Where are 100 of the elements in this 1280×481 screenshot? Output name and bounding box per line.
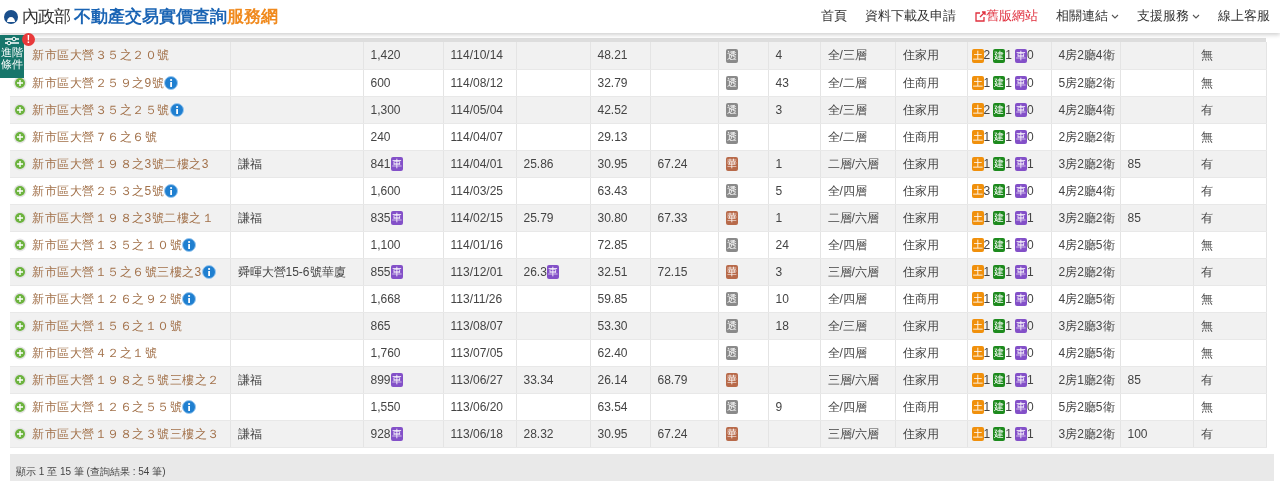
address-link[interactable]: 新市區大營２５９之9號 bbox=[32, 73, 165, 92]
result-summary: 顯示 1 至 15 筆 (查詢結果 : 54 筆) bbox=[16, 464, 166, 479]
unit-tag: 車 bbox=[1014, 49, 1027, 64]
advanced-filter-button[interactable]: 進階條件 bbox=[0, 35, 24, 78]
info-icon[interactable] bbox=[182, 237, 196, 252]
table-cell: 住家用 bbox=[895, 204, 967, 231]
table-cell: 4房2廳5衛 bbox=[1051, 231, 1120, 258]
unit-tag: 車 bbox=[1014, 238, 1027, 253]
unit-tag: 建 bbox=[993, 130, 1006, 145]
info-icon[interactable] bbox=[164, 183, 179, 198]
cell-value: 855 bbox=[370, 264, 391, 279]
table-cell: 全/四層 bbox=[820, 285, 895, 312]
unit-tag: 建 bbox=[993, 157, 1006, 172]
caret-icon bbox=[1192, 13, 1200, 20]
table-cell: 全/四層 bbox=[820, 339, 895, 366]
table-cell: 865 bbox=[363, 312, 443, 339]
table-cell: 5 bbox=[768, 177, 820, 204]
expand-icon[interactable] bbox=[13, 372, 27, 387]
expand-icon[interactable] bbox=[13, 264, 27, 279]
info-icon[interactable] bbox=[164, 75, 179, 90]
table-cell: 4房2廳4衛 bbox=[1051, 96, 1120, 123]
table-cell: 114/04/07 bbox=[443, 123, 516, 150]
table-cell: 無 bbox=[1193, 42, 1266, 69]
unit-count: 1 bbox=[1005, 75, 1012, 90]
nav-link[interactable]: 資料下載及申請 bbox=[865, 7, 956, 26]
table-cell: 113/06/20 bbox=[443, 393, 516, 420]
unit-tag: 車 bbox=[1014, 292, 1027, 307]
expand-icon[interactable] bbox=[13, 426, 27, 441]
table-cell: 1,668 bbox=[363, 285, 443, 312]
table-cell: 85 bbox=[1120, 204, 1193, 231]
table-cell: 4房2廳5衛 bbox=[1051, 285, 1120, 312]
address-link[interactable]: 新市區大營１２６之９２號 bbox=[32, 289, 182, 308]
info-icon[interactable] bbox=[201, 264, 216, 279]
table-cell: 240 bbox=[363, 123, 443, 150]
address-link[interactable]: 新市區大營３５之２０號 bbox=[32, 46, 170, 65]
table-cell: 二層/六層 bbox=[820, 150, 895, 177]
cell-value: 26.3 bbox=[523, 264, 547, 279]
unit-count: 0 bbox=[1026, 129, 1034, 144]
table-cell: 4 bbox=[768, 42, 820, 69]
info-icon[interactable] bbox=[182, 291, 196, 306]
nav-link[interactable]: 線上客服 bbox=[1218, 7, 1270, 26]
table-cell: 1,100 bbox=[363, 231, 443, 258]
address-link[interactable]: 新市區大營７６之６號 bbox=[32, 127, 157, 146]
unit-count: 1 bbox=[1005, 399, 1012, 414]
table-cell: 住家用 bbox=[895, 96, 967, 123]
unit-count: 1 bbox=[983, 399, 991, 414]
unit-count: 0 bbox=[1026, 183, 1034, 198]
type-tag: 華 bbox=[725, 157, 738, 172]
expand-icon[interactable] bbox=[13, 237, 27, 252]
table-cell: 67.24 bbox=[650, 420, 718, 447]
unit-tag: 車 bbox=[1014, 103, 1027, 118]
expand-icon[interactable] bbox=[13, 291, 27, 306]
table-cell: 二層/六層 bbox=[820, 204, 895, 231]
table-cell: 4房2廳4衛 bbox=[1051, 177, 1120, 204]
sliders-icon bbox=[3, 36, 21, 46]
unit-count: 1 bbox=[983, 129, 991, 144]
unit-tag: 車 bbox=[1014, 427, 1027, 442]
expand-icon[interactable] bbox=[13, 345, 27, 360]
expand-icon[interactable] bbox=[13, 318, 27, 333]
type-tag: 透 bbox=[725, 292, 738, 307]
expand-icon[interactable] bbox=[13, 129, 27, 144]
expand-icon[interactable] bbox=[13, 399, 27, 414]
table-cell: 有 bbox=[1193, 96, 1266, 123]
external-link-icon bbox=[974, 11, 986, 22]
table-cell: 住家用 bbox=[895, 339, 967, 366]
table-cell: 有 bbox=[1193, 420, 1266, 447]
address-link[interactable]: 新市區大營４２之１號 bbox=[32, 343, 157, 362]
unit-count: 0 bbox=[1026, 75, 1034, 90]
table-cell: 114/05/04 bbox=[443, 96, 516, 123]
unit-count: 1 bbox=[1005, 129, 1012, 144]
expand-icon[interactable] bbox=[13, 156, 27, 171]
table-cell: 113/12/01 bbox=[443, 258, 516, 285]
nav-link[interactable]: 舊版網站 bbox=[974, 7, 1038, 26]
nav-link[interactable]: 首頁 bbox=[821, 7, 847, 26]
unit-count: 1 bbox=[983, 345, 991, 360]
table-cell: 1,760 bbox=[363, 339, 443, 366]
expand-icon[interactable] bbox=[13, 183, 27, 198]
unit-count: 1 bbox=[1026, 426, 1034, 441]
unit-count: 1 bbox=[983, 291, 991, 306]
nav-dropdown[interactable]: 支援服務 bbox=[1137, 7, 1200, 26]
table-cell: 67.24 bbox=[650, 150, 718, 177]
parking-tag: 車 bbox=[390, 157, 403, 172]
expand-icon[interactable] bbox=[13, 210, 27, 225]
nav-dropdown[interactable]: 相關連結 bbox=[1056, 7, 1119, 26]
type-tag: 透 bbox=[725, 319, 738, 334]
address-link[interactable]: 新市區大營１３５之１０號 bbox=[32, 235, 182, 254]
address-link[interactable]: 新市區大營２５３之5號 bbox=[32, 181, 165, 200]
table-cell: 舜暉大營15-6號華廈 bbox=[230, 258, 363, 285]
expand-icon[interactable] bbox=[13, 102, 27, 117]
expand-icon[interactable] bbox=[13, 75, 27, 90]
unit-tag: 車 bbox=[1014, 76, 1027, 91]
address-link[interactable]: 新市區大營１２６之５５號 bbox=[32, 397, 182, 416]
unit-count: 1 bbox=[1005, 156, 1012, 171]
type-tag: 透 bbox=[725, 238, 738, 253]
type-tag: 透 bbox=[725, 103, 738, 118]
unit-count: 3 bbox=[983, 183, 991, 198]
table-cell: 住商用 bbox=[895, 69, 967, 96]
table-cell: 114/01/16 bbox=[443, 231, 516, 258]
info-icon[interactable] bbox=[182, 399, 196, 414]
info-icon[interactable] bbox=[169, 102, 184, 117]
